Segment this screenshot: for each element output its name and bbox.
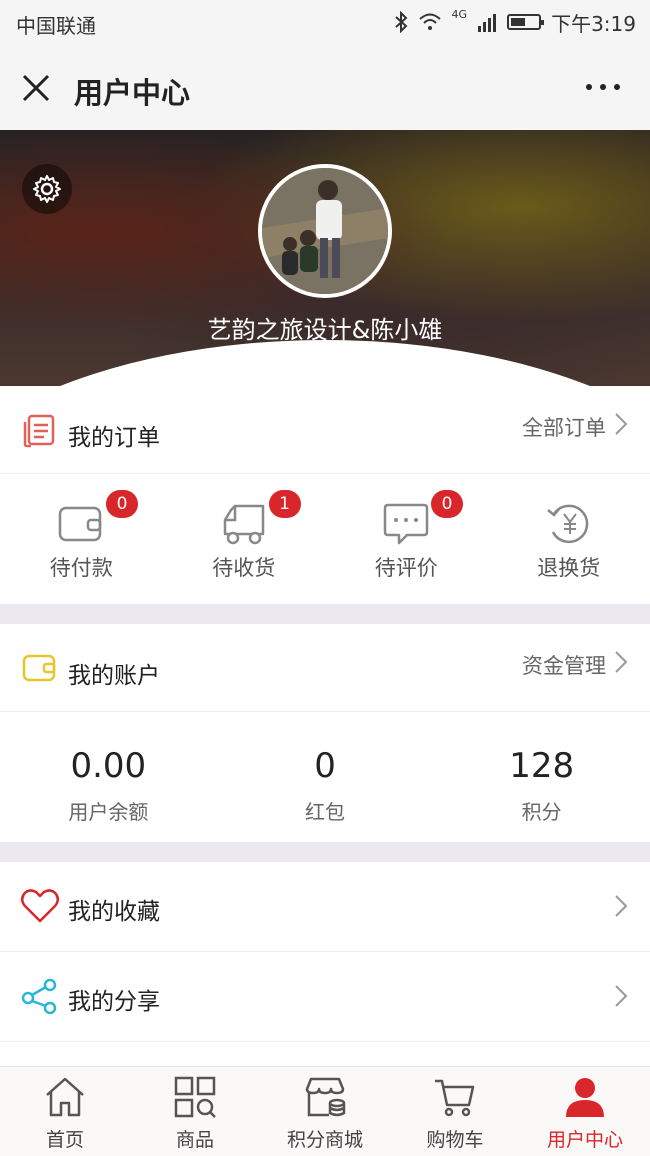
order-pending-receipt-label: 待收货 [212, 556, 276, 580]
points-item[interactable]: 128 积分 [433, 718, 650, 840]
gear-icon [33, 175, 61, 203]
favorites-row[interactable]: 我的收藏 [0, 862, 650, 952]
network-type-label: 4G [451, 8, 468, 21]
close-icon[interactable] [20, 72, 52, 104]
tab-home-label: 首页 [45, 1129, 84, 1151]
account-values: 0.00 用户余额 0 红包 128 积分 [0, 718, 650, 840]
order-returns[interactable]: 退换货 [488, 474, 650, 604]
red-packet-label: 红包 [305, 800, 345, 824]
tab-points-mall[interactable]: 积分商城 [260, 1067, 390, 1156]
user-icon [566, 1078, 604, 1117]
order-pending-review-label: 待评价 [374, 556, 438, 580]
truck-icon [223, 504, 264, 545]
pending-receipt-badge: 1 [268, 490, 301, 518]
order-pending-receipt[interactable]: 1 待收货 [163, 474, 326, 604]
order-document-icon [23, 414, 55, 448]
signal-icon [478, 14, 497, 32]
cart-icon [435, 1079, 475, 1117]
balance-item[interactable]: 0.00 用户余额 [0, 718, 217, 840]
tab-cart-label: 购物车 [426, 1129, 484, 1151]
tab-points-mall-label: 积分商城 [286, 1129, 363, 1151]
order-pending-review[interactable]: 0 待评价 [325, 474, 488, 604]
profile-header: 艺韵之旅设计&陈小雄 [0, 130, 650, 386]
red-packet-value: 0 [314, 746, 336, 786]
status-icons: 4G 下午3:19 [394, 8, 636, 36]
fund-management-link[interactable]: 资金管理 [522, 650, 606, 680]
page-title: 用户中心 [74, 76, 191, 110]
avatar-photo [262, 168, 388, 294]
nav-bar: 用户中心 [0, 46, 650, 130]
comment-icon [384, 503, 429, 545]
balance-value: 0.00 [70, 746, 147, 786]
tab-products[interactable]: 商品 [130, 1067, 260, 1156]
settings-button[interactable] [22, 164, 72, 214]
chevron-right-icon [615, 413, 628, 435]
yen-return-icon [546, 504, 589, 544]
orders-title: 我的订单 [68, 425, 160, 451]
section-divider [0, 842, 650, 862]
carrier-label: 中国联通 [16, 14, 96, 38]
battery-icon [507, 14, 545, 30]
wallet-icon [59, 506, 102, 542]
wallet-card-icon [22, 654, 56, 682]
bottom-tab-bar: 首页 商品 积分商城 购物车 用户中心 [0, 1066, 650, 1156]
share-title: 我的分享 [68, 989, 160, 1015]
tab-user-center-label: 用户中心 [546, 1129, 623, 1151]
tab-user-center[interactable]: 用户中心 [520, 1067, 650, 1156]
account-header[interactable]: 我的账户 资金管理 [0, 624, 650, 712]
grid-search-icon [174, 1076, 216, 1118]
header-curve [0, 340, 650, 386]
pending-review-badge: 0 [431, 490, 463, 518]
order-status-grid: 0 待付款 1 待收货 0 待评价 退换货 [0, 474, 650, 604]
heart-icon [21, 889, 59, 923]
account-title: 我的账户 [68, 663, 160, 689]
clock-label: 下午3:19 [551, 11, 636, 36]
section-divider [0, 604, 650, 624]
order-pending-payment-label: 待付款 [49, 556, 113, 580]
store-icon [305, 1077, 346, 1117]
order-returns-label: 退换货 [537, 556, 601, 580]
balance-label: 用户余额 [68, 800, 149, 824]
pending-payment-badge: 0 [106, 490, 138, 518]
points-value: 128 [509, 746, 575, 786]
tab-cart[interactable]: 购物车 [390, 1067, 520, 1156]
share-row[interactable]: 我的分享 [0, 952, 650, 1042]
wifi-icon [418, 13, 441, 30]
chevron-right-icon [615, 895, 628, 917]
tab-products-label: 商品 [175, 1129, 214, 1151]
favorites-title: 我的收藏 [68, 899, 160, 925]
more-menu-icon[interactable] [586, 84, 620, 90]
points-label: 积分 [521, 800, 562, 824]
chevron-right-icon [615, 985, 628, 1007]
all-orders-link[interactable]: 全部订单 [522, 412, 606, 442]
tab-home[interactable]: 首页 [0, 1067, 130, 1156]
chevron-right-icon [615, 651, 628, 673]
bluetooth-icon [394, 11, 407, 33]
order-pending-payment[interactable]: 0 待付款 [0, 474, 163, 604]
red-packet-item[interactable]: 0 红包 [217, 718, 434, 840]
home-icon [46, 1077, 84, 1117]
orders-header[interactable]: 我的订单 全部订单 [0, 386, 650, 474]
status-bar: 中国联通 4G 下午3:19 [0, 0, 650, 46]
avatar[interactable] [258, 164, 392, 298]
share-icon [21, 978, 57, 1014]
